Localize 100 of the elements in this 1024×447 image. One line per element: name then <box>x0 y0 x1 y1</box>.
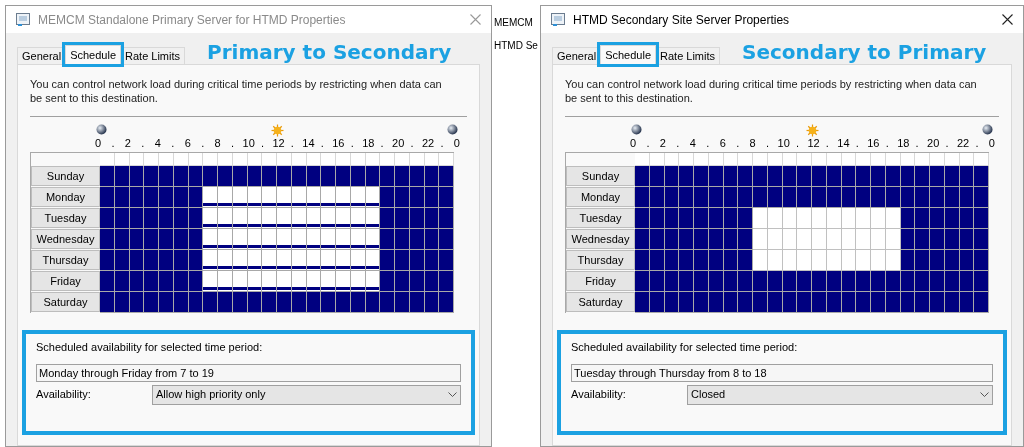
available-slot[interactable] <box>930 250 945 271</box>
available-slot[interactable] <box>930 208 945 229</box>
availability-dropdown[interactable]: Allow high priority only <box>152 384 461 405</box>
available-slot[interactable] <box>915 292 930 313</box>
available-slot[interactable] <box>380 208 395 229</box>
available-slot[interactable] <box>856 187 871 208</box>
available-slot[interactable] <box>679 292 694 313</box>
available-slot[interactable] <box>871 166 886 187</box>
available-slot[interactable] <box>439 166 454 187</box>
high-priority-slot[interactable] <box>203 229 218 250</box>
available-slot[interactable] <box>100 292 115 313</box>
available-slot[interactable] <box>100 271 115 292</box>
available-slot[interactable] <box>930 271 945 292</box>
available-slot[interactable] <box>753 166 768 187</box>
available-slot[interactable] <box>144 166 159 187</box>
high-priority-slot[interactable] <box>321 271 336 292</box>
high-priority-slot[interactable] <box>321 208 336 229</box>
high-priority-slot[interactable] <box>262 271 277 292</box>
day-button[interactable]: Monday <box>566 187 635 207</box>
available-slot[interactable] <box>395 166 410 187</box>
available-slot[interactable] <box>635 292 650 313</box>
tab[interactable]: Schedule <box>600 45 656 64</box>
available-slot[interactable] <box>100 229 115 250</box>
available-slot[interactable] <box>915 271 930 292</box>
day-button[interactable]: Thursday <box>566 250 635 270</box>
available-slot[interactable] <box>144 250 159 271</box>
high-priority-slot[interactable] <box>203 250 218 271</box>
available-slot[interactable] <box>871 271 886 292</box>
high-priority-slot[interactable] <box>321 187 336 208</box>
available-slot[interactable] <box>694 208 709 229</box>
high-priority-slot[interactable] <box>336 271 351 292</box>
available-slot[interactable] <box>930 229 945 250</box>
available-slot[interactable] <box>159 208 174 229</box>
available-slot[interactable] <box>100 250 115 271</box>
available-slot[interactable] <box>439 271 454 292</box>
available-slot[interactable] <box>679 166 694 187</box>
available-slot[interactable] <box>856 166 871 187</box>
available-slot[interactable] <box>812 271 827 292</box>
available-slot[interactable] <box>159 292 174 313</box>
available-slot[interactable] <box>797 187 812 208</box>
available-slot[interactable] <box>753 292 768 313</box>
available-slot[interactable] <box>380 166 395 187</box>
available-slot[interactable] <box>915 229 930 250</box>
day-button[interactable]: Friday <box>31 271 100 291</box>
high-priority-slot[interactable] <box>277 208 292 229</box>
available-slot[interactable] <box>218 292 233 313</box>
high-priority-slot[interactable] <box>277 250 292 271</box>
available-slot[interactable] <box>871 187 886 208</box>
available-slot[interactable] <box>635 187 650 208</box>
high-priority-slot[interactable] <box>218 187 233 208</box>
available-slot[interactable] <box>159 250 174 271</box>
day-button[interactable]: Tuesday <box>31 208 100 228</box>
high-priority-slot[interactable] <box>277 187 292 208</box>
available-slot[interactable] <box>738 208 753 229</box>
high-priority-slot[interactable] <box>321 229 336 250</box>
available-slot[interactable] <box>439 208 454 229</box>
high-priority-slot[interactable] <box>321 250 336 271</box>
available-slot[interactable] <box>144 292 159 313</box>
available-slot[interactable] <box>679 208 694 229</box>
available-slot[interactable] <box>738 250 753 271</box>
available-slot[interactable] <box>679 187 694 208</box>
available-slot[interactable] <box>635 166 650 187</box>
available-slot[interactable] <box>974 208 989 229</box>
available-slot[interactable] <box>915 187 930 208</box>
available-slot[interactable] <box>694 187 709 208</box>
high-priority-slot[interactable] <box>336 208 351 229</box>
available-slot[interactable] <box>380 292 395 313</box>
available-slot[interactable] <box>336 292 351 313</box>
available-slot[interactable] <box>439 292 454 313</box>
available-slot[interactable] <box>321 292 336 313</box>
high-priority-slot[interactable] <box>218 250 233 271</box>
day-button[interactable]: Sunday <box>566 166 635 186</box>
high-priority-slot[interactable] <box>203 271 218 292</box>
available-slot[interactable] <box>395 208 410 229</box>
high-priority-slot[interactable] <box>262 250 277 271</box>
available-slot[interactable] <box>395 271 410 292</box>
available-slot[interactable] <box>856 292 871 313</box>
available-slot[interactable] <box>974 271 989 292</box>
available-slot[interactable] <box>336 166 351 187</box>
high-priority-slot[interactable] <box>218 271 233 292</box>
available-slot[interactable] <box>380 250 395 271</box>
high-priority-slot[interactable] <box>336 250 351 271</box>
day-button[interactable]: Saturday <box>31 292 100 312</box>
available-slot[interactable] <box>159 166 174 187</box>
available-slot[interactable] <box>694 292 709 313</box>
available-slot[interactable] <box>694 271 709 292</box>
available-slot[interactable] <box>100 208 115 229</box>
available-slot[interactable] <box>930 187 945 208</box>
available-slot[interactable] <box>753 271 768 292</box>
high-priority-slot[interactable] <box>218 208 233 229</box>
available-slot[interactable] <box>915 208 930 229</box>
available-slot[interactable] <box>380 229 395 250</box>
day-button[interactable]: Saturday <box>566 292 635 312</box>
high-priority-slot[interactable] <box>262 187 277 208</box>
available-slot[interactable] <box>694 250 709 271</box>
high-priority-slot[interactable] <box>262 208 277 229</box>
available-slot[interactable] <box>100 187 115 208</box>
available-slot[interactable] <box>159 271 174 292</box>
available-slot[interactable] <box>797 271 812 292</box>
available-slot[interactable] <box>395 292 410 313</box>
